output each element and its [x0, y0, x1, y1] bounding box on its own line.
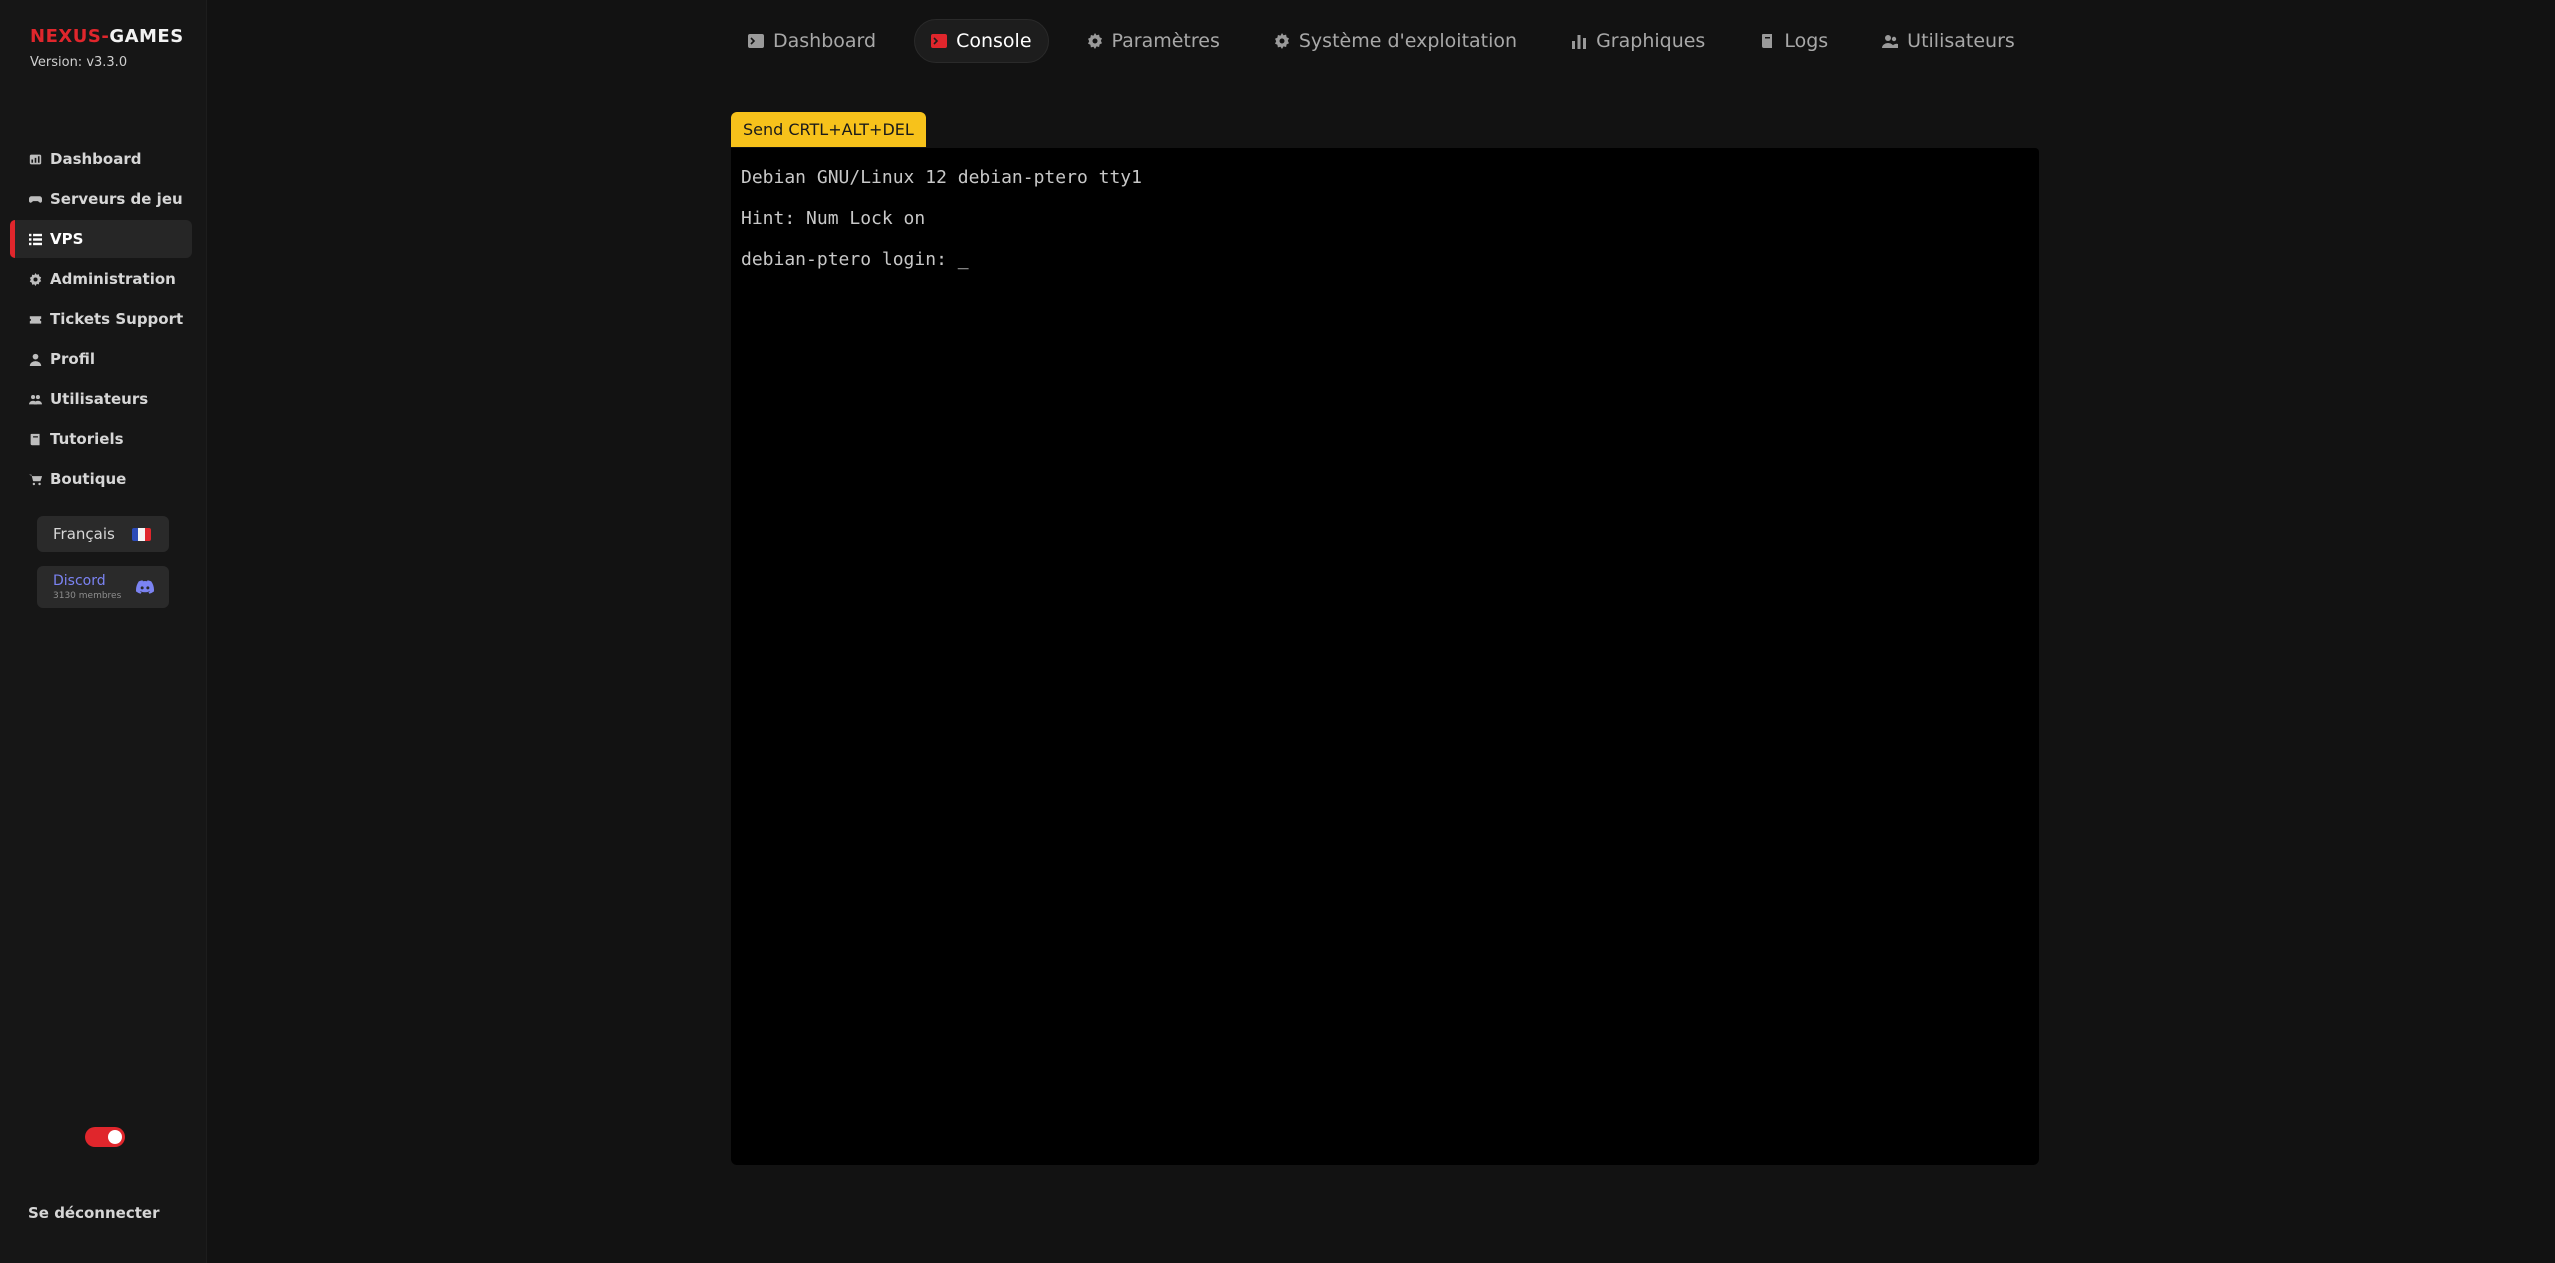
sidebar-item-label: Tutoriels — [50, 430, 124, 448]
book-icon — [1759, 33, 1775, 49]
tab-settings[interactable]: Paramètres — [1071, 19, 1236, 63]
sidebar: NEXUS-GAMES Version: v3.3.0 Dashboard Se… — [0, 0, 207, 1263]
sidebar-item-game-servers[interactable]: Serveurs de jeu — [10, 180, 192, 218]
gear-icon — [1087, 33, 1103, 49]
tab-users[interactable]: Utilisateurs — [1866, 19, 2031, 63]
sidebar-item-dashboard[interactable]: Dashboard — [10, 140, 192, 178]
ticket-icon — [28, 312, 42, 326]
sidebar-item-label: Dashboard — [50, 150, 142, 168]
tab-label: Système d'exploitation — [1298, 30, 1518, 52]
book-icon — [28, 432, 42, 446]
brand-logo[interactable]: NEXUS-GAMES — [30, 26, 184, 47]
tab-label: Graphiques — [1596, 30, 1706, 52]
console-login-prompt: debian-ptero login: — [741, 249, 958, 270]
sidebar-item-label: Tickets Support — [50, 310, 184, 328]
bar-chart-icon — [1571, 33, 1587, 49]
tab-label: Utilisateurs — [1907, 30, 2015, 52]
brand-name-part2: GAMES — [109, 26, 184, 47]
brand-name-part1: NEXUS — [30, 26, 102, 47]
send-ctrl-alt-del-button[interactable]: Send CRTL+ALT+DEL — [731, 112, 926, 147]
vps-tabs: Dashboard Console Paramètres Système d'e… — [732, 19, 2053, 63]
sidebar-item-label: Profil — [50, 350, 95, 368]
tab-label: Logs — [1784, 30, 1829, 52]
console-line: Debian GNU/Linux 12 debian-ptero tty1 — [741, 167, 1142, 188]
sidebar-item-label: Utilisateurs — [50, 390, 149, 408]
gear-icon — [28, 272, 42, 286]
tab-dashboard[interactable]: Dashboard — [732, 19, 892, 63]
tab-label: Dashboard — [773, 30, 877, 52]
server-list-icon — [28, 232, 42, 246]
sidebar-nav: Dashboard Serveurs de jeu VPS Administra… — [10, 140, 192, 500]
tab-graphs[interactable]: Graphiques — [1555, 19, 1721, 63]
discord-label: Discord — [53, 573, 106, 589]
tab-label: Paramètres — [1111, 30, 1220, 52]
sidebar-item-label: Administration — [50, 270, 176, 288]
console-icon — [931, 33, 948, 49]
console-line-login: debian-ptero login: _ — [741, 249, 2029, 290]
users-icon — [1882, 33, 1899, 49]
france-flag-icon — [132, 528, 151, 541]
users-icon — [28, 392, 42, 406]
console-cursor: _ — [957, 249, 969, 270]
tab-console[interactable]: Console — [914, 19, 1049, 63]
sidebar-item-administration[interactable]: Administration — [10, 260, 192, 298]
toggle-knob — [108, 1130, 122, 1144]
sidebar-item-label: Serveurs de jeu — [50, 190, 183, 208]
terminal-icon — [748, 33, 764, 49]
sidebar-item-label: VPS — [50, 230, 84, 248]
discord-button[interactable]: Discord 3130 membres — [37, 566, 169, 608]
tab-logs[interactable]: Logs — [1743, 19, 1844, 63]
tab-operating-system[interactable]: Système d'exploitation — [1258, 19, 1533, 63]
logout-button[interactable]: Se déconnecter — [28, 1204, 159, 1222]
sidebar-item-label: Boutique — [50, 470, 127, 488]
tab-label: Console — [956, 30, 1032, 52]
sidebar-item-profile[interactable]: Profil — [10, 340, 192, 378]
sidebar-item-vps[interactable]: VPS — [10, 220, 192, 258]
user-icon — [28, 352, 42, 366]
discord-icon — [136, 580, 154, 594]
vnc-console[interactable]: Debian GNU/Linux 12 debian-ptero tty1 Hi… — [731, 148, 2039, 1165]
gamepad-icon — [28, 192, 42, 206]
cart-icon — [28, 472, 42, 486]
language-selector[interactable]: Français — [37, 516, 169, 552]
language-label: Français — [53, 525, 115, 543]
discord-members-count: 3130 membres — [53, 591, 122, 601]
gear-icon — [1274, 33, 1290, 49]
sidebar-item-tutorials[interactable]: Tutoriels — [10, 420, 192, 458]
sidebar-item-shop[interactable]: Boutique — [10, 460, 192, 498]
theme-toggle[interactable] — [85, 1127, 125, 1147]
sidebar-item-support-tickets[interactable]: Tickets Support — [10, 300, 192, 338]
sidebar-item-users[interactable]: Utilisateurs — [10, 380, 192, 418]
dashboard-icon — [28, 152, 42, 166]
console-line: Hint: Num Lock on — [741, 208, 926, 229]
version-label: Version: v3.3.0 — [30, 55, 128, 70]
